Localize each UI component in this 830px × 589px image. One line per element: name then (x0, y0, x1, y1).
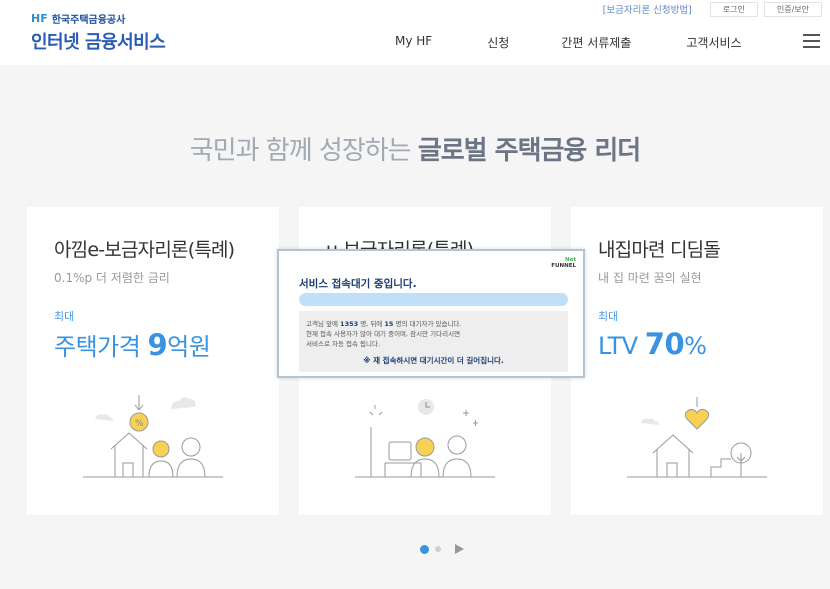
popup-title: 서비스 접속대기 중입니다. (299, 278, 417, 290)
card-highlight: LTV 70% (598, 327, 707, 361)
nav-apply[interactable]: 신청 (487, 34, 509, 51)
queue-info-box: 고객님 앞에 1353 명, 뒤에 15 명의 대기자가 있습니다. 현재 접속… (299, 311, 568, 372)
product-card-didimdol[interactable]: 내집마련 디딤돌 내 집 마련 꿈의 실현 최대 LTV 70% (571, 207, 823, 515)
pagination-dot-active[interactable] (420, 544, 429, 554)
netfunnel-logo: Net FUNNEL (551, 257, 576, 269)
main-nav: My HF 신청 간편 서류제출 고객서비스 (395, 34, 742, 51)
product-card-agim[interactable]: 아낌e-보금자리론(특례) 0.1%p 더 저렴한 금리 최대 주택가격 9억원… (27, 207, 279, 515)
svg-text:%: % (135, 419, 144, 429)
queue-progress-bar (299, 293, 568, 306)
hamburger-menu-icon[interactable] (803, 34, 820, 48)
service-title[interactable]: 인터넷 금융서비스 (31, 28, 166, 54)
carousel-pagination (420, 544, 464, 554)
card-max-label: 최대 (54, 310, 75, 323)
slogan-light: 국민과 함께 성장하는 (189, 136, 418, 166)
header: HF 한국주택금융공사 인터넷 금융서비스 [보금자리론 신청방법] 로그인 인… (0, 0, 830, 65)
card-subtitle: 0.1%p 더 저렴한 금리 (54, 271, 170, 285)
pagination-dot[interactable] (435, 546, 441, 552)
card-subtitle: 내 집 마련 꿈의 실현 (598, 271, 702, 285)
hf-logo-mark: HF (31, 12, 48, 25)
utility-bar: [보금자리론 신청방법] 로그인 인증/보안 (603, 0, 822, 18)
card-title: 아낌e-보금자리론(특례) (54, 239, 235, 261)
card-highlight: 주택가격 9억원 (54, 328, 211, 362)
nav-my-hf[interactable]: My HF (395, 34, 432, 51)
queue-message-line: 서비스로 자동 접속 됩니다. (306, 340, 381, 348)
slogan-bold: 글로벌 주택금융 리더 (417, 136, 641, 166)
nav-customer-service[interactable]: 고객서비스 (686, 34, 741, 51)
couple-desk-illustration (355, 399, 495, 478)
org-logo[interactable]: HF 한국주택금융공사 (31, 11, 125, 26)
queue-message-line: 현재 접속 사용자가 많아 대기 중이며, 잠시만 기다리시면 (306, 330, 461, 338)
org-name: 한국주택금융공사 (51, 15, 126, 26)
nav-document-submit[interactable]: 간편 서류제출 (561, 34, 631, 51)
cert-security-button[interactable]: 인증/보안 (763, 1, 822, 17)
queue-count-line: 고객님 앞에 1353 명, 뒤에 15 명의 대기자가 있습니다. (306, 320, 462, 328)
family-house-illustration: % (83, 395, 223, 478)
house-heart-illustration (627, 397, 767, 478)
login-button[interactable]: 로그인 (709, 1, 758, 17)
loan-guide-link[interactable]: [보금자리론 신청방법] (603, 2, 692, 16)
hero-slogan: 국민과 함께 성장하는 글로벌 주택금융 리더 (0, 130, 830, 167)
reconnect-warning: ※ 재 접속하시면 대기시간이 더 길어집니다. (363, 356, 504, 365)
card-max-label: 최대 (598, 310, 619, 323)
play-icon[interactable] (455, 544, 464, 554)
card-title: 내집마련 디딤돌 (598, 239, 721, 261)
waiting-queue-popup: Net FUNNEL 서비스 접속대기 중입니다. 고객님 앞에 1353 명,… (277, 249, 585, 378)
